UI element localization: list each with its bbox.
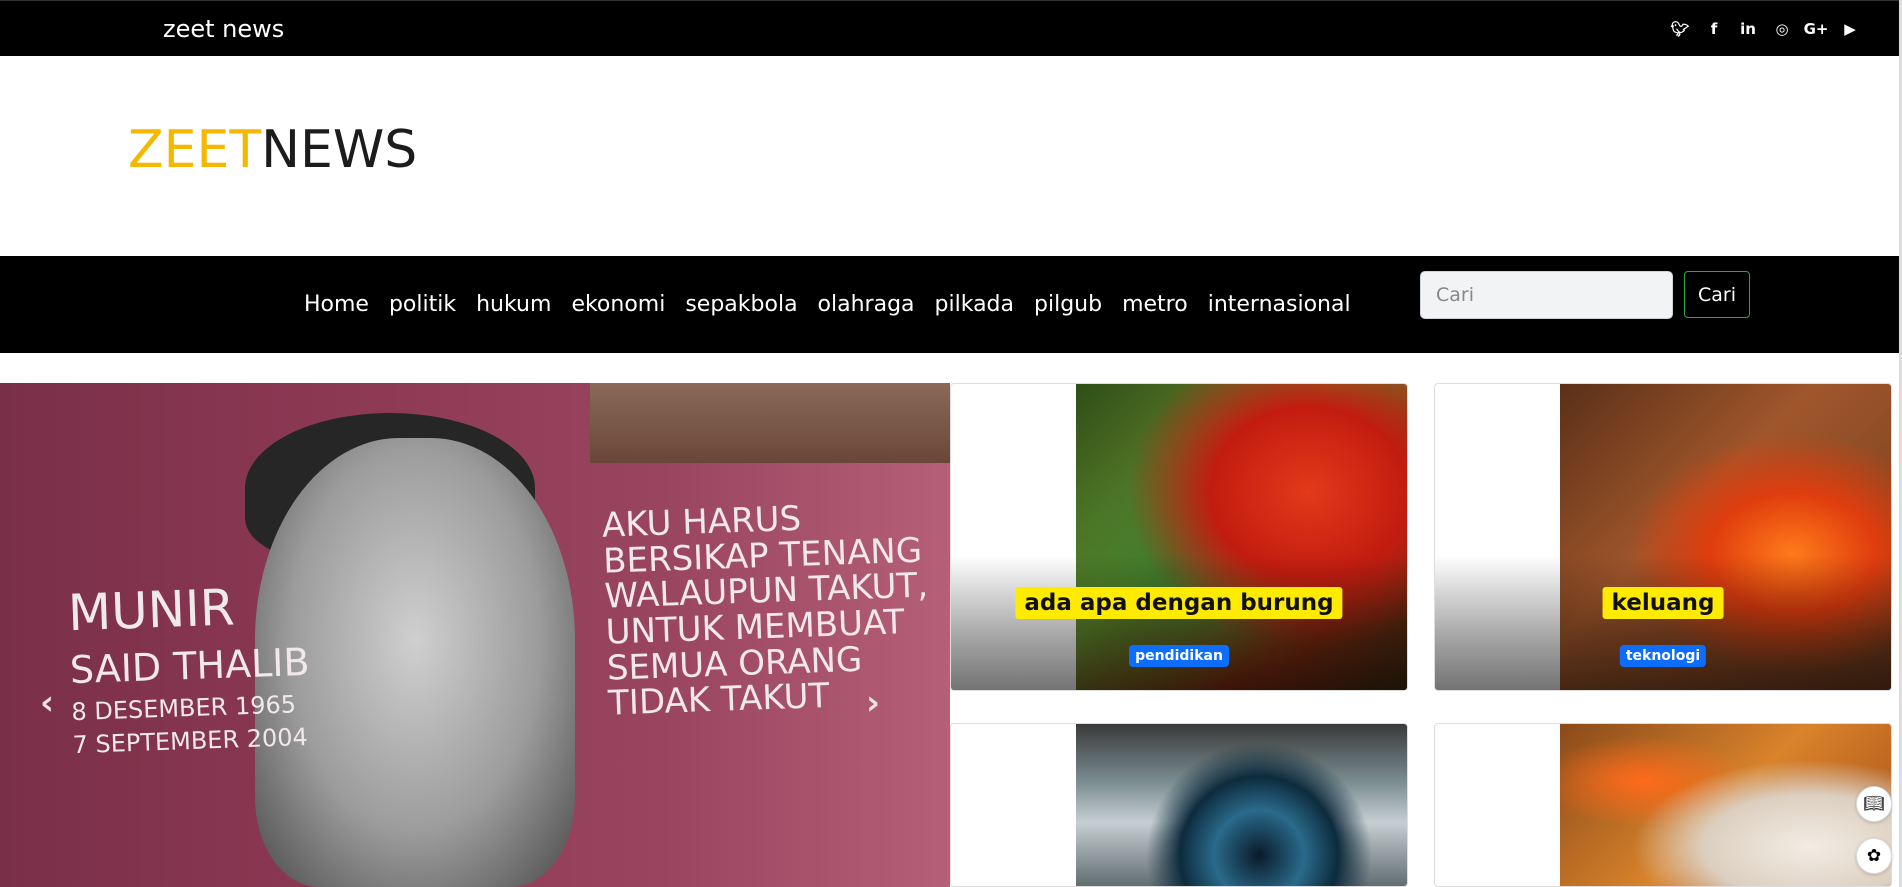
logo-part-zeet: ZEET <box>128 120 262 180</box>
nav-item-ekonomi[interactable]: ekonomi <box>571 292 665 317</box>
nav-item-hukum[interactable]: hukum <box>476 292 551 317</box>
mural-name-line-2: SAID THALIB <box>69 639 311 692</box>
instagram-icon[interactable]: ◎ <box>1772 19 1792 39</box>
search-input[interactable] <box>1420 271 1673 319</box>
news-card[interactable]: keluang teknologi <box>1434 383 1892 691</box>
mural-name-text: MUNIR SAID THALIB 8 DESEMBER 1965 7 SEPT… <box>66 578 312 759</box>
news-card[interactable] <box>1434 723 1892 887</box>
nav-item-home[interactable]: Home <box>304 292 369 317</box>
mural-background-building <box>590 383 950 463</box>
logo-part-news: NEWS <box>261 120 418 180</box>
google-plus-icon[interactable]: G+ <box>1804 19 1829 39</box>
main-nav: Home politik hukum ekonomi sepakbola ola… <box>0 256 1902 353</box>
nav-item-pilgub[interactable]: pilgub <box>1034 292 1102 317</box>
mural-date-line-1: 8 DESEMBER 1965 <box>70 690 297 727</box>
nav-menu: Home politik hukum ekonomi sepakbola ola… <box>304 292 1351 317</box>
site-logo[interactable]: ZEETNEWS <box>128 120 417 180</box>
nav-item-pilkada[interactable]: pilkada <box>935 292 1014 317</box>
card-title[interactable]: ada apa dengan burung <box>1015 587 1343 619</box>
carousel-prev-icon[interactable]: ‹ <box>40 683 54 723</box>
mural-name-line-1: MUNIR <box>66 578 236 643</box>
news-card[interactable]: ada apa dengan burung pendidikan <box>950 383 1408 691</box>
mural-quote-text: AKU HARUS BERSIKAP TENANG WALAUPUN TAKUT… <box>601 497 932 724</box>
nav-item-olahraga[interactable]: olahraga <box>818 292 915 317</box>
site-name[interactable]: zeet news <box>163 15 284 43</box>
carousel-next-icon[interactable]: › <box>866 683 880 723</box>
youtube-icon[interactable]: ▶ <box>1840 19 1860 39</box>
linkedin-icon[interactable]: in <box>1738 19 1758 39</box>
news-card[interactable] <box>950 723 1408 887</box>
nav-item-politik[interactable]: politik <box>389 292 456 317</box>
card-gradient <box>951 555 1407 690</box>
social-links: 🐦︎ f in ◎ G+ ▶ <box>1670 19 1860 39</box>
eye-image <box>1076 724 1407 886</box>
top-bar: zeet news 🐦︎ f in ◎ G+ ▶ <box>0 0 1902 56</box>
reader-mode-icon[interactable]: 📖︎ <box>1856 786 1892 822</box>
search-button[interactable]: Cari <box>1684 271 1750 318</box>
card-title[interactable]: keluang <box>1602 587 1724 619</box>
nav-item-metro[interactable]: metro <box>1122 292 1188 317</box>
card-gradient <box>1435 555 1891 690</box>
twitter-icon[interactable]: 🐦︎ <box>1670 19 1690 39</box>
hero-carousel[interactable]: MUNIR SAID THALIB 8 DESEMBER 1965 7 SEPT… <box>0 383 950 887</box>
facebook-icon[interactable]: f <box>1704 19 1724 39</box>
category-badge[interactable]: pendidikan <box>1129 645 1229 667</box>
nav-item-sepakbola[interactable]: sepakbola <box>685 292 797 317</box>
ai-assistant-icon[interactable]: ✿ <box>1856 838 1892 874</box>
nav-item-internasional[interactable]: internasional <box>1208 292 1351 317</box>
fox-image <box>1560 724 1891 886</box>
category-badge[interactable]: teknologi <box>1619 645 1707 667</box>
